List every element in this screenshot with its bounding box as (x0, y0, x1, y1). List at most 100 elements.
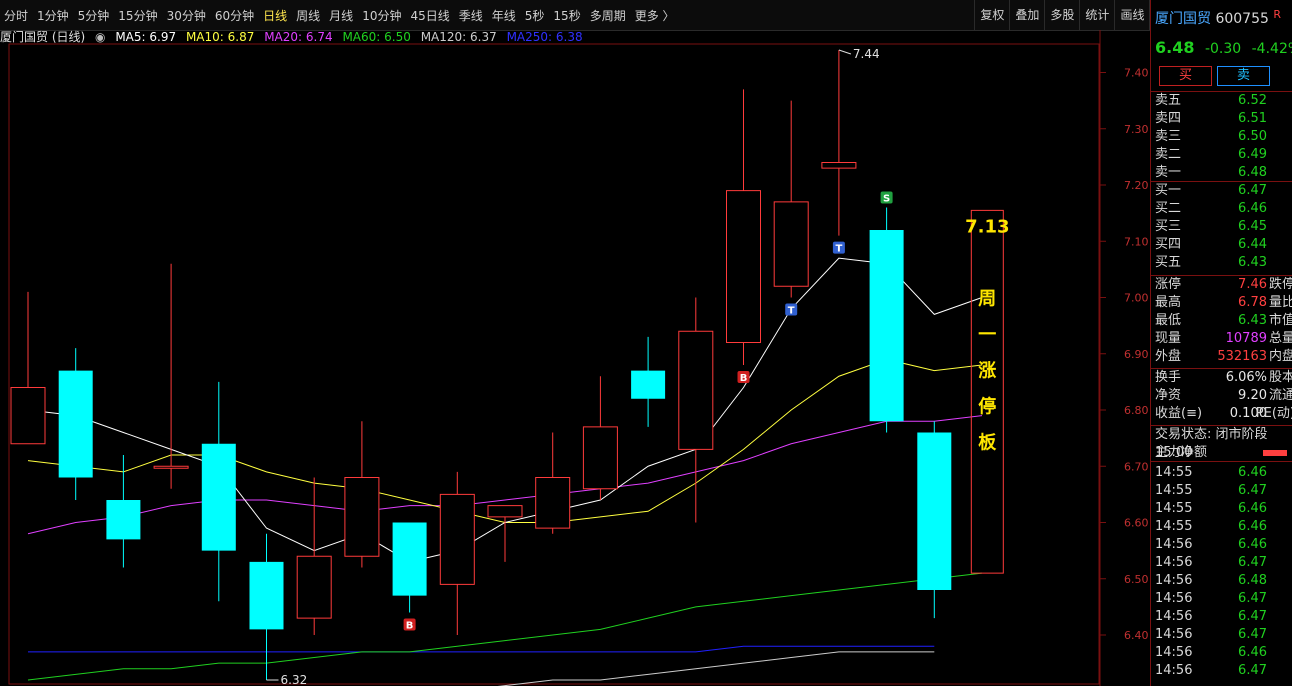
candle-body (153, 465, 189, 469)
period-tab-1[interactable]: 1分钟 (37, 7, 69, 24)
row-label-2: 流通 (1268, 388, 1292, 403)
row-value: 6.46 (1238, 537, 1267, 552)
period-tab-9[interactable]: 10分钟 (362, 7, 401, 24)
ma-legend: 厦门国贸 (日线) ◉ MA5: 6.97 MA10: 6.87 MA20: 6… (0, 30, 589, 44)
y-tick-label: 7.20 (1124, 179, 1148, 192)
row-value: 6.47 (1238, 183, 1267, 198)
period-tab-14[interactable]: 15秒 (553, 7, 580, 24)
y-tick-label: 7.10 (1124, 235, 1148, 248)
row-label: 14:56 (1155, 645, 1193, 660)
row-label: 14:55 (1155, 465, 1193, 480)
quote-panel: 厦门国贸 600755 R 6.48 -0.30 -4.42% 买 卖 卖五 6.… (1150, 0, 1292, 686)
ma250-label: MA250: 6.38 (506, 30, 583, 44)
row-label: 14:56 (1155, 573, 1193, 588)
row-label: 买二 (1155, 201, 1182, 216)
annotation-char: 停 (978, 395, 996, 417)
settings-icon[interactable]: ◉ (95, 30, 105, 44)
ma250-line (28, 645, 935, 653)
annotation-char: 一 (978, 324, 996, 345)
row-label: 14:55 (1155, 483, 1193, 498)
row-value: 9.20 (1238, 388, 1267, 403)
kline-chart[interactable]: 7.40 7.30 7.20 7.10 7.00 6.90 6.80 6.70 6.60 6.50… (0, 30, 1148, 686)
row-label: 最低 (1155, 313, 1182, 328)
period-tab-13[interactable]: 5秒 (525, 7, 545, 24)
y-tick-label: 7.40 (1124, 67, 1148, 80)
period-tab-7[interactable]: 周线 (296, 7, 320, 24)
row-label: 买三 (1155, 219, 1182, 234)
quote-row: 14:56 6.46 (1151, 644, 1292, 662)
period-tab-10[interactable]: 45日线 (410, 7, 449, 24)
quote-row: 14:56 6.47 (1151, 662, 1292, 680)
period-tab-5[interactable]: 60分钟 (215, 7, 254, 24)
row-value: 6.06% (1225, 370, 1267, 385)
row-value: 6.45 (1238, 219, 1267, 234)
stock-name: 厦门国贸 (1155, 11, 1211, 27)
row-label: 14:56 (1155, 591, 1193, 606)
candle-body (296, 555, 332, 619)
buy-button[interactable]: 买 (1159, 66, 1212, 86)
row-value: 6.50 (1238, 129, 1267, 144)
low-label: 6.32 (281, 673, 308, 686)
quote-row: 换手 6.06% 股本 (1151, 369, 1292, 387)
signal-S-label: S (883, 194, 890, 205)
high-label: 7.44 (853, 47, 880, 61)
toolbar-button-4[interactable]: 画线 (1114, 0, 1149, 30)
period-tab-4[interactable]: 30分钟 (167, 7, 206, 24)
row-value: 6.47 (1238, 483, 1267, 498)
candle-body (869, 230, 904, 422)
signal-T-label: T (788, 306, 795, 317)
row-value: 6.48 (1238, 573, 1267, 588)
row-label-2: PE(动) (1255, 406, 1292, 421)
toolbar-button-0[interactable]: 复权 (974, 0, 1009, 30)
annotation-char: 周 (978, 288, 996, 309)
signal-B-label: B (740, 373, 748, 384)
main-flow-bar (1263, 450, 1287, 456)
candle-body (58, 370, 93, 478)
quote-row: 14:56 6.48 (1151, 572, 1292, 590)
period-tab-6[interactable]: 日线 (263, 7, 287, 24)
period-tab-2[interactable]: 5分钟 (78, 7, 110, 24)
period-tab-3[interactable]: 15分钟 (118, 7, 157, 24)
ma10-label: MA10: 6.87 (185, 30, 255, 44)
quote-row: 买五 6.43 (1151, 254, 1292, 272)
row-value: 6.49 (1238, 147, 1267, 162)
y-tick-label: 6.90 (1124, 348, 1148, 361)
toolbar-button-3[interactable]: 统计 (1079, 0, 1114, 30)
row-label: 卖一 (1155, 165, 1182, 180)
quote-row: 14:55 6.46 (1151, 500, 1292, 518)
quote-row: 14:56 6.47 (1151, 554, 1292, 572)
row-label: 卖三 (1155, 129, 1182, 144)
sell-button[interactable]: 卖 (1217, 66, 1270, 86)
row-label: 14:56 (1155, 627, 1193, 642)
quote-row: 买二 6.46 (1151, 200, 1292, 218)
candle-body (487, 505, 523, 518)
row-label: 卖二 (1155, 147, 1182, 162)
candle-body (582, 426, 618, 490)
period-tab-0[interactable]: 分时 (4, 7, 28, 24)
row-label: 现量 (1155, 331, 1182, 346)
row-label-2: 总量 (1268, 331, 1292, 346)
period-tab-8[interactable]: 月线 (329, 7, 353, 24)
quote-row: 买四 6.44 (1151, 236, 1292, 254)
row-label: 14:56 (1155, 537, 1193, 552)
ma5-label: MA5: 6.97 (115, 30, 177, 44)
period-tab-15[interactable]: 多周期 (590, 7, 626, 24)
quote-row: 卖一 6.48 (1151, 164, 1292, 182)
y-tick-label: 6.60 (1124, 517, 1148, 530)
top-toolbar: 分时 1分钟 5分钟 15分钟 30分钟 60分钟 日线 周线 月线 10分钟 45日线 季线 年线 5秒… (0, 0, 1292, 31)
price-change: -0.30 (1204, 41, 1242, 57)
row-value: 6.46 (1238, 645, 1267, 660)
toolbar-button-2[interactable]: 多股 (1044, 0, 1079, 30)
period-tab-12[interactable]: 年线 (492, 7, 516, 24)
row-value: 6.47 (1238, 591, 1267, 606)
toolbar-button-1[interactable]: 叠加 (1009, 0, 1044, 30)
quote-row: 收益(≡) 0.100 PE(动) (1151, 405, 1292, 423)
period-tab-16[interactable]: 更多 〉 (635, 7, 675, 24)
period-tab-11[interactable]: 季线 (459, 7, 483, 24)
signal-T-label: T (835, 244, 842, 255)
ma120-label: MA120: 6.37 (420, 30, 497, 44)
quote-row: 卖四 6.51 (1151, 110, 1292, 128)
quote-row: 现量 10789 总量 (1151, 330, 1292, 348)
ma20-label: MA20: 6.74 (264, 30, 333, 44)
main-flow-row[interactable]: 主力净额 (1151, 444, 1292, 462)
